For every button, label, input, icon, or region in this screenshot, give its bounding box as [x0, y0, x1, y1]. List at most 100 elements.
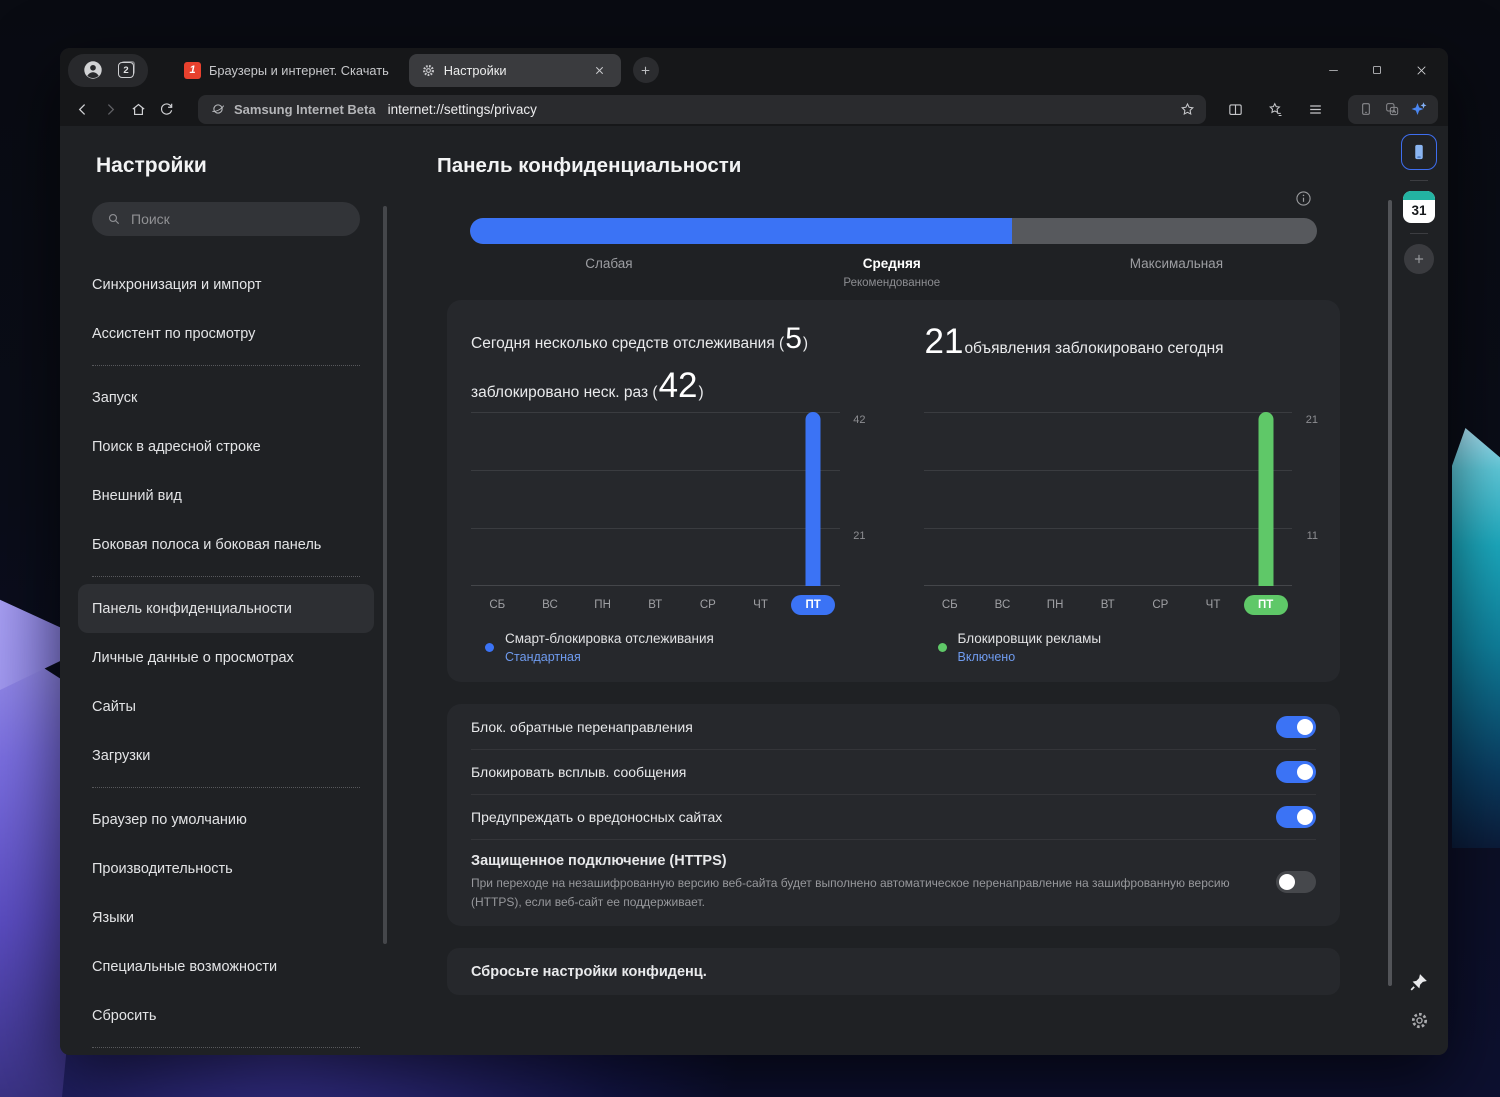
toggle-row-https: Защищенное подключение (HTTPS) При перех… — [471, 839, 1316, 926]
day-label-ПТ[interactable]: ПТ — [787, 595, 840, 615]
day-label-ПТ[interactable]: ПТ — [1239, 595, 1292, 615]
url-bar[interactable]: Samsung Internet Beta internet://setting… — [198, 94, 1206, 124]
refresh-icon[interactable] — [154, 95, 178, 123]
sidebar-item-appearance[interactable]: Внешний вид — [92, 471, 360, 520]
day-label-СР[interactable]: СР — [682, 595, 735, 615]
tool-icons-group — [1348, 94, 1438, 124]
home-icon[interactable] — [126, 95, 150, 123]
sidebar-item-sidebar-panel[interactable]: Боковая полоса и боковая панель — [92, 520, 360, 569]
settings-sidebar: Настройки Синхронизация и импорт Ассисте… — [60, 126, 390, 1055]
forward-icon[interactable] — [98, 95, 122, 123]
day-label-ВС[interactable]: ВС — [976, 595, 1029, 615]
tab-settings[interactable]: Настройки — [408, 53, 621, 87]
popups-toggle[interactable] — [1276, 761, 1316, 783]
sidebar-item-languages[interactable]: Языки — [92, 893, 360, 942]
ads-legend: Блокировщик рекламы Включено — [937, 631, 1317, 664]
reader-phone-icon[interactable] — [1358, 101, 1374, 117]
add-panel-icon[interactable] — [1404, 244, 1434, 274]
sidebar-item-reset[interactable]: Сбросить — [92, 991, 360, 1040]
menu-icon[interactable] — [1300, 95, 1330, 123]
sidebar-scrollbar[interactable] — [383, 206, 387, 944]
sidebar-item-browsing-data[interactable]: Личные данные о просмотрах — [92, 633, 360, 682]
phone-panel-icon[interactable] — [1401, 134, 1437, 170]
sidebar-item-performance[interactable]: Производительность — [92, 844, 360, 893]
maximize-button[interactable] — [1360, 56, 1394, 84]
sidebar-item-address-bar-search[interactable]: Поиск в адресной строке — [92, 422, 360, 471]
toggle-label: Предупреждать о вредоносных сайтах — [471, 809, 723, 825]
tracker-blocking-status-link[interactable]: Стандартная — [505, 650, 714, 664]
privacy-dashboard-panel: Панель конфиденциальности Слабая Средняя… — [390, 126, 1390, 1055]
trackers-chart: Сегодня несколько средств отслеживания (… — [471, 322, 866, 666]
sidebar-item-sites[interactable]: Сайты — [92, 682, 360, 731]
day-label-СР[interactable]: СР — [1134, 595, 1187, 615]
bar-ПТ — [805, 412, 821, 586]
sidebar-item-default-browser[interactable]: Браузер по умолчанию — [92, 795, 360, 844]
slider-track[interactable] — [470, 218, 1317, 244]
sidebar-item-startup[interactable]: Запуск — [92, 373, 360, 422]
tab-browsers[interactable]: 1 Браузеры и интернет. Скачать — [172, 54, 401, 87]
browser-window: 2 1 Браузеры и интернет. Скачать Настрой… — [60, 48, 1448, 1055]
nav-right-icons — [1220, 94, 1438, 124]
redirects-toggle[interactable] — [1276, 715, 1316, 738]
tab-counter-icon[interactable]: 2 — [118, 62, 134, 78]
settings-gear-icon[interactable] — [1409, 1010, 1430, 1031]
slider-recommended-note: Рекомендованное — [843, 277, 941, 289]
favorites-star-icon[interactable] — [1260, 95, 1290, 123]
navigation-bar: Samsung Internet Beta internet://setting… — [60, 92, 1448, 126]
search-icon — [106, 211, 122, 227]
new-tab-button[interactable] — [632, 57, 659, 83]
day-label-ПН[interactable]: ПН — [1029, 595, 1082, 615]
slider-labels: Слабая Средняя Рекомендованное Максималь… — [470, 256, 1317, 300]
slider-fill — [470, 218, 1013, 244]
day-label-СБ[interactable]: СБ — [471, 595, 524, 615]
close-button[interactable] — [1404, 56, 1438, 84]
malicious-sites-toggle[interactable] — [1276, 806, 1316, 828]
info-icon[interactable] — [1294, 189, 1313, 208]
https-description: При переходе на незашифрованную версию в… — [471, 876, 1230, 909]
search-input[interactable] — [131, 211, 346, 227]
calendar-icon[interactable]: 31 — [1403, 191, 1435, 223]
bookmark-star-icon[interactable] — [1179, 101, 1196, 118]
ads-day-axis: СБ ВС ПН ВТ СР ЧТ ПТ — [924, 595, 1293, 615]
profile-icon[interactable] — [82, 59, 104, 81]
main-scrollbar[interactable] — [1388, 200, 1392, 986]
day-label-ЧТ[interactable]: ЧТ — [734, 595, 787, 615]
pin-icon[interactable] — [1409, 972, 1429, 992]
minimize-button[interactable] — [1316, 56, 1350, 84]
browser-logo-icon — [210, 101, 226, 117]
ads-bar-chart: 21 11 — [923, 412, 1318, 586]
sidebar-item-privacy-dashboard[interactable]: Панель конфиденциальности — [78, 584, 374, 633]
privacy-level-slider[interactable]: Слабая Средняя Рекомендованное Максималь… — [470, 218, 1317, 300]
legend-label: Смарт-блокировка отслеживания — [505, 631, 714, 646]
sidebar-item-downloads[interactable]: Загрузки — [92, 731, 360, 780]
toggle-row-popups: Блокировать всплыв. сообщения — [471, 749, 1316, 794]
ai-sparkles-icon[interactable] — [1410, 100, 1428, 118]
tab-close-icon[interactable] — [591, 61, 609, 79]
toggle-label: Блокировать всплыв. сообщения — [471, 764, 687, 780]
day-label-ВС[interactable]: ВС — [524, 595, 577, 615]
back-icon[interactable] — [70, 95, 94, 123]
window-controls — [1316, 56, 1438, 84]
toggle-row-redirects: Блок. обратные перенаправления — [471, 704, 1316, 749]
ad-blocker-status-link[interactable]: Включено — [958, 650, 1102, 664]
day-label-ЧТ[interactable]: ЧТ — [1187, 595, 1240, 615]
tab-label: Браузеры и интернет. Скачать — [209, 62, 389, 78]
sidebar-item-accessibility[interactable]: Специальные возможности — [92, 942, 360, 991]
sidebar-item-sync[interactable]: Синхронизация и импорт — [92, 260, 360, 309]
https-toggle[interactable] — [1276, 871, 1316, 894]
day-label-СБ[interactable]: СБ — [924, 595, 977, 615]
desktop: 2 1 Браузеры и интернет. Скачать Настрой… — [0, 0, 1500, 1097]
slider-label-medium: Средняя Рекомендованное — [843, 256, 941, 289]
sidebar-item-browsing-assistant[interactable]: Ассистент по просмотру — [92, 309, 360, 358]
y-tick-label: 21 — [1305, 414, 1318, 426]
profile-tab-group: 2 — [68, 53, 148, 87]
reset-privacy-settings-button[interactable]: Сбросьте настройки конфиденц. — [447, 948, 1340, 996]
sidebar-search[interactable] — [92, 202, 360, 236]
day-label-ВТ[interactable]: ВТ — [1081, 595, 1134, 615]
day-label-ПН[interactable]: ПН — [576, 595, 629, 615]
split-view-icon[interactable] — [1220, 95, 1250, 123]
trackers-legend: Смарт-блокировка отслеживания Стандартна… — [485, 631, 864, 664]
day-label-ВТ[interactable]: ВТ — [629, 595, 682, 615]
sidebar-menu: Синхронизация и импорт Ассистент по прос… — [78, 260, 374, 1048]
translate-icon[interactable] — [1384, 101, 1400, 117]
